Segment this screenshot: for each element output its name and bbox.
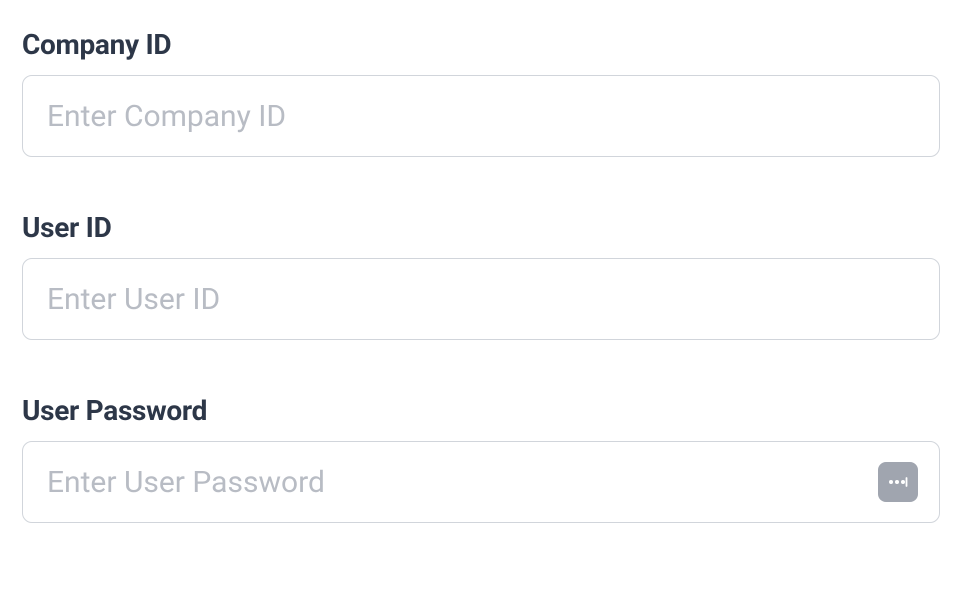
user-password-input-wrapper <box>22 441 940 523</box>
company-id-group: Company ID <box>22 28 940 157</box>
user-id-input-wrapper <box>22 258 940 340</box>
company-id-input[interactable] <box>22 75 940 157</box>
user-id-label: User ID <box>22 211 940 244</box>
user-password-label: User Password <box>22 394 940 427</box>
user-password-input[interactable] <box>22 441 940 523</box>
password-dots-icon <box>886 470 910 494</box>
company-id-label: Company ID <box>22 28 940 61</box>
user-id-group: User ID <box>22 211 940 340</box>
user-password-group: User Password <box>22 394 940 523</box>
show-password-button[interactable] <box>878 462 918 502</box>
user-id-input[interactable] <box>22 258 940 340</box>
company-id-input-wrapper <box>22 75 940 157</box>
